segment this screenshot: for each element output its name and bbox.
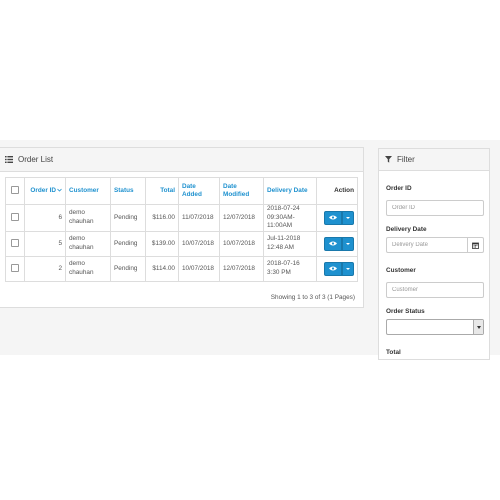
row-checkbox[interactable]: [11, 213, 19, 222]
caret-down-icon: [346, 242, 350, 245]
column-status[interactable]: Status: [110, 177, 146, 205]
order-id-cell: 6: [24, 204, 66, 232]
order-list-panel: Order List Order ID Customer Status Tota…: [0, 147, 364, 308]
filter-delivery-date-wrap: [386, 237, 484, 253]
filter-order-id-input[interactable]: [386, 200, 484, 216]
select-all-checkbox[interactable]: [11, 186, 19, 195]
status-cell: Pending: [110, 230, 146, 257]
select-arrow: [473, 320, 483, 334]
column-status-label: Status: [114, 186, 134, 194]
filter-order-status-group: Order Status: [386, 308, 484, 335]
column-order-id-label: Order ID: [30, 186, 56, 194]
column-action-label: Action: [334, 186, 354, 194]
select-all-cell: [5, 177, 25, 205]
order-id-cell: 2: [24, 255, 66, 282]
eye-icon: [329, 266, 337, 271]
view-button[interactable]: [324, 236, 342, 251]
order-list-title: Order List: [18, 155, 54, 164]
filter-delivery-date-label: Delivery Date: [386, 226, 427, 233]
order-table: Order ID Customer Status Total Date Adde: [5, 177, 358, 282]
caret-down-icon: [346, 216, 350, 219]
filter-heading: Filter: [379, 149, 489, 171]
table-row: 5 demo chauhan Pending $139.00 10/07/201…: [5, 230, 358, 257]
order-list-heading: Order List: [0, 148, 363, 172]
calendar-button[interactable]: [468, 237, 484, 253]
action-button-group: [324, 236, 354, 251]
filter-total-label: Total: [386, 349, 401, 356]
action-button-group: [324, 210, 354, 225]
date-added-cell: 10/07/2018: [178, 255, 220, 282]
action-cell: [316, 230, 358, 257]
status-cell: Pending: [110, 255, 146, 282]
action-cell: [316, 255, 358, 282]
customer-cell: demo chauhan: [65, 255, 111, 282]
list-icon: [5, 156, 13, 163]
column-date-modified[interactable]: Date Modified: [219, 177, 264, 205]
delivery-date-cell: 2018-07-24 09:30AM-11:00AM: [263, 204, 317, 232]
caret-down-icon: [57, 188, 62, 192]
order-table-wrap: Order ID Customer Status Total Date Adde: [5, 177, 358, 282]
filter-customer-label: Customer: [386, 267, 416, 274]
column-date-added[interactable]: Date Added: [178, 177, 220, 205]
filter-panel: Filter Order ID Delivery Date: [378, 148, 490, 360]
status-cell: Pending: [110, 204, 146, 232]
action-dropdown-button[interactable]: [342, 236, 354, 251]
column-customer[interactable]: Customer: [65, 177, 111, 205]
customer-cell: demo chauhan: [65, 230, 111, 257]
filter-icon: [385, 156, 392, 163]
filter-customer-input[interactable]: [386, 282, 484, 298]
view-button[interactable]: [324, 210, 342, 225]
filter-order-status-label: Order Status: [386, 308, 425, 315]
date-modified-cell: 10/07/2018: [219, 230, 264, 257]
filter-delivery-date-input[interactable]: [386, 237, 468, 253]
filter-order-id-group: Order ID: [386, 185, 484, 216]
table-row: 2 demo chauhan Pending $114.00 10/07/201…: [5, 255, 358, 282]
date-added-cell: 11/07/2018: [178, 204, 220, 232]
total-cell: $114.00: [145, 255, 179, 282]
filter-order-id-label: Order ID: [386, 185, 412, 192]
column-total-label: Total: [160, 186, 175, 194]
filter-total-group: Total: [386, 349, 484, 359]
total-cell: $139.00: [145, 230, 179, 257]
table-header-row: Order ID Customer Status Total Date Adde: [5, 177, 358, 205]
column-total[interactable]: Total: [145, 177, 179, 205]
row-checkbox[interactable]: [11, 264, 19, 273]
row-select-cell: [5, 255, 25, 282]
eye-icon: [329, 241, 337, 246]
filter-customer-group: Customer: [386, 267, 484, 298]
column-delivery-date-label: Delivery Date: [267, 186, 308, 194]
filter-order-status-select[interactable]: [386, 319, 484, 335]
date-modified-cell: 12/07/2018: [219, 255, 264, 282]
row-checkbox[interactable]: [11, 239, 19, 248]
date-added-cell: 10/07/2018: [178, 230, 220, 257]
filter-title: Filter: [397, 155, 415, 164]
action-dropdown-button[interactable]: [342, 210, 354, 225]
action-cell: [316, 204, 358, 232]
action-button-group: [324, 261, 354, 276]
column-delivery-date[interactable]: Delivery Date: [263, 177, 317, 205]
chevron-down-icon: [476, 325, 481, 329]
delivery-date-cell: 2018-07-16 3:30 PM: [263, 255, 317, 282]
total-cell: $116.00: [145, 204, 179, 232]
view-button[interactable]: [324, 261, 342, 276]
table-row: 6 demo chauhan Pending $116.00 11/07/201…: [5, 204, 358, 232]
column-date-added-label: Date Added: [182, 182, 202, 198]
row-select-cell: [5, 230, 25, 257]
pagination-text: Showing 1 to 3 of 3 (1 Pages): [270, 294, 355, 301]
column-date-modified-label: Date Modified: [223, 182, 250, 198]
customer-cell: demo chauhan: [65, 204, 111, 232]
column-order-id[interactable]: Order ID: [24, 177, 66, 205]
column-customer-label: Customer: [69, 186, 99, 194]
calendar-icon: [472, 242, 479, 249]
delivery-date-cell: Jul-11-2018 12:48 AM: [263, 230, 317, 257]
column-action: Action: [316, 177, 358, 205]
row-select-cell: [5, 204, 25, 232]
caret-down-icon: [346, 267, 350, 270]
filter-delivery-date-group: Delivery Date: [386, 226, 484, 253]
date-modified-cell: 12/07/2018: [219, 204, 264, 232]
eye-icon: [329, 215, 337, 220]
order-id-cell: 5: [24, 230, 66, 257]
action-dropdown-button[interactable]: [342, 261, 354, 276]
page: Order List Order ID Customer Status Tota…: [0, 0, 500, 500]
